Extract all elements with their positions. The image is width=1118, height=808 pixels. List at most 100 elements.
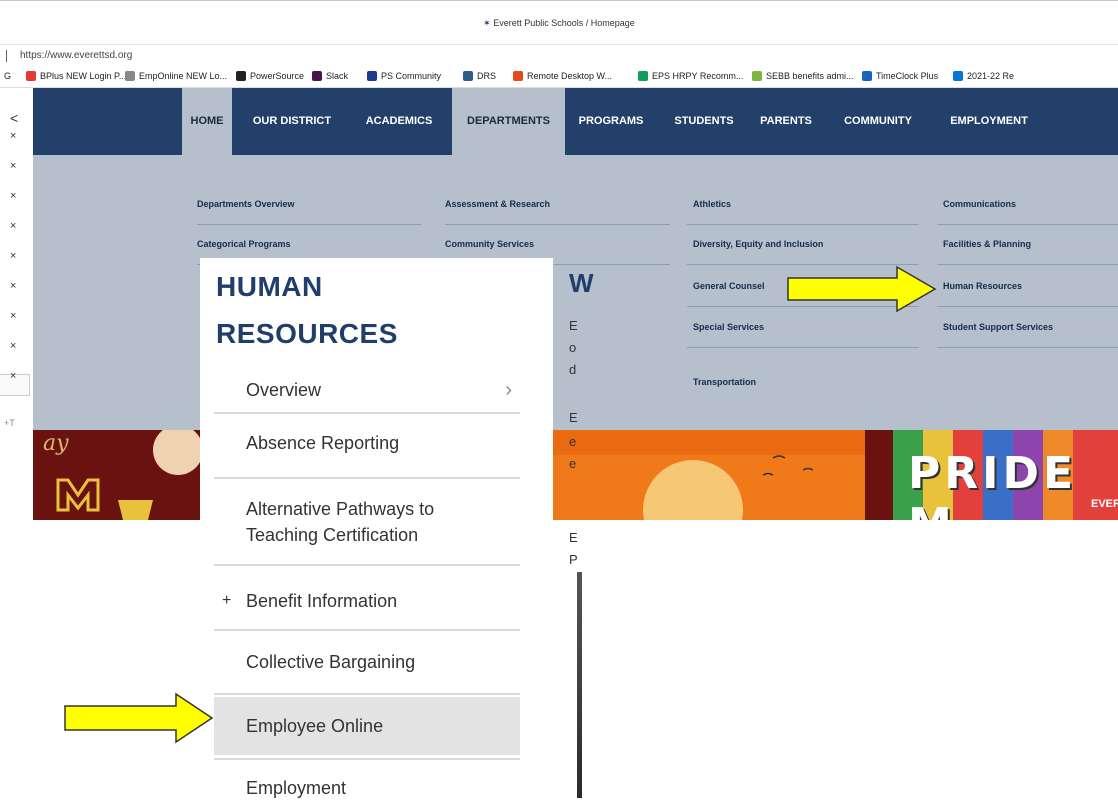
annotation-arrow-right	[64, 692, 214, 744]
hr-menu-divider	[214, 477, 520, 479]
menu-divider	[445, 224, 670, 225]
close-tab-icon[interactable]: ×	[10, 280, 16, 292]
close-tab-icon[interactable]: ×	[10, 190, 16, 202]
menu-categorical-programs[interactable]: Categorical Programs	[197, 239, 291, 249]
bookmark-item[interactable]: EPS HRPY Recomm...	[638, 71, 743, 81]
menu-special-services[interactable]: Special Services	[693, 322, 764, 332]
hr-menu-title: HUMAN RESOURCES	[216, 268, 398, 353]
hr-menu-item-alternative-pathways[interactable]: Alternative Pathways to Teaching Certifi…	[214, 496, 520, 548]
hr-menu-divider	[214, 629, 520, 631]
bookmark-item[interactable]: G	[4, 71, 11, 81]
hr-title-line1: HUMAN	[216, 271, 323, 302]
hr-menu-item-collective-bargaining[interactable]: Collective Bargaining	[214, 652, 520, 682]
bookmarks-bar: G BPlus NEW Login P... EmpOnline NEW Lo...…	[0, 66, 1118, 88]
hr-menu-item-overview[interactable]: Overview ›	[214, 370, 520, 410]
hr-side-menu: HUMAN RESOURCES Overview › Absence Repor…	[200, 258, 553, 798]
close-tab-icon[interactable]: ×	[10, 250, 16, 262]
banner-logo-text: EVERE	[1091, 498, 1118, 510]
nav-parents[interactable]: PARENTS	[751, 88, 821, 155]
bookmark-favicon-icon	[367, 71, 377, 81]
menu-athletics[interactable]: Athletics	[693, 199, 731, 209]
menu-communications[interactable]: Communications	[943, 199, 1016, 209]
bookmark-label: Remote Desktop W...	[527, 71, 613, 81]
bookmark-label: DRS	[477, 71, 497, 81]
close-tab-icon[interactable]: ×	[10, 130, 16, 142]
address-bar-divider	[6, 50, 7, 62]
nav-departments[interactable]: DEPARTMENTS	[452, 88, 565, 155]
hr-menu-divider	[214, 412, 520, 414]
hr-menu-divider	[214, 758, 520, 760]
nav-home[interactable]: HOME	[182, 88, 232, 155]
bg-text-fragment: W	[569, 268, 594, 298]
close-tab-icon[interactable]: ×	[10, 220, 16, 232]
vertical-tab-strip: < +T × × × × × × × × ×	[0, 88, 33, 428]
hr-menu-item-employee-online[interactable]: Employee Online	[214, 697, 520, 755]
bookmark-item[interactable]: TimeClock Plus	[862, 71, 938, 81]
close-tab-icon[interactable]: ×	[10, 340, 16, 352]
bookmark-label: SEBB benefits admi...	[766, 71, 854, 81]
hr-menu-divider	[214, 564, 520, 566]
menu-diversity-equity-inclusion[interactable]: Diversity, Equity and Inclusion	[693, 239, 823, 249]
bg-image-edge	[577, 572, 582, 798]
bookmark-label: EPS HRPY Recomm...	[652, 71, 744, 81]
hr-menu-item-benefit-information[interactable]: + Benefit Information	[214, 586, 520, 616]
menu-general-counsel[interactable]: General Counsel	[693, 281, 765, 291]
banner-pride-text: PRIDE M	[908, 448, 1078, 520]
menu-departments-overview[interactable]: Departments Overview	[197, 199, 295, 209]
bg-text-fragment: e	[569, 434, 577, 449]
bookmark-item[interactable]: SEBB benefits admi...	[752, 71, 854, 81]
bg-text-fragment: o	[569, 340, 577, 355]
new-tab-icon[interactable]: +T	[4, 418, 15, 428]
bookmark-item[interactable]: Slack	[312, 71, 348, 81]
bookmark-label: 2021-22 Re	[967, 71, 1015, 81]
bookmark-favicon-icon	[638, 71, 648, 81]
close-tab-icon[interactable]: ×	[10, 370, 16, 382]
hr-menu-item-employment[interactable]: Employment	[214, 778, 520, 808]
hr-menu-divider	[214, 693, 520, 695]
nav-students[interactable]: STUDENTS	[666, 88, 742, 155]
back-arrow-icon[interactable]: <	[10, 110, 18, 126]
chevron-right-icon: ›	[505, 378, 512, 401]
hr-item-label: Overview	[246, 379, 322, 400]
menu-divider	[687, 347, 919, 348]
menu-divider	[937, 224, 1118, 225]
bookmark-item[interactable]: BPlus NEW Login P...	[26, 71, 126, 81]
menu-divider	[937, 264, 1118, 265]
nav-academics[interactable]: ACADEMICS	[354, 88, 444, 155]
bookmark-item[interactable]: PS Community	[367, 71, 441, 81]
address-bar-url[interactable]: https://www.everettsd.org	[20, 50, 132, 61]
bookmark-label: TimeClock Plus	[876, 71, 939, 81]
nav-programs[interactable]: PROGRAMS	[573, 88, 649, 155]
annotation-arrow-right	[787, 265, 937, 313]
menu-assessment-research[interactable]: Assessment & Research	[445, 199, 550, 209]
bookmark-item[interactable]: 2021-22 Re	[953, 71, 1014, 81]
expand-plus-icon[interactable]: +	[214, 592, 246, 610]
menu-transportation[interactable]: Transportation	[693, 377, 756, 387]
nav-community[interactable]: COMMUNITY	[833, 88, 923, 155]
nav-our-district[interactable]: OUR DISTRICT	[242, 88, 342, 155]
bookmark-favicon-icon	[26, 71, 36, 81]
menu-student-support-services[interactable]: Student Support Services	[943, 322, 1053, 332]
bookmark-item[interactable]: DRS	[463, 71, 496, 81]
menu-community-services[interactable]: Community Services	[445, 239, 534, 249]
bg-text-fragment: e	[569, 456, 577, 471]
close-tab-icon[interactable]: ×	[10, 160, 16, 172]
menu-divider	[687, 224, 919, 225]
window-title-text: Everett Public Schools / Homepage	[493, 18, 635, 28]
bookmark-label: G	[4, 71, 12, 81]
bookmark-label: PS Community	[381, 71, 442, 81]
bg-text-fragment: E	[569, 410, 578, 425]
menu-facilities-planning[interactable]: Facilities & Planning	[943, 239, 1031, 249]
close-tab-icon[interactable]: ×	[10, 310, 16, 322]
nav-employment[interactable]: EMPLOYMENT	[939, 88, 1039, 155]
bookmark-item[interactable]: PowerSource	[236, 71, 304, 81]
bookmark-favicon-icon	[463, 71, 473, 81]
bookmark-favicon-icon	[125, 71, 135, 81]
menu-human-resources[interactable]: Human Resources	[943, 281, 1022, 291]
bookmark-label: PowerSource	[250, 71, 305, 81]
address-bar[interactable]: https://www.everettsd.org	[0, 44, 1118, 66]
bookmark-item[interactable]: EmpOnline NEW Lo...	[125, 71, 227, 81]
bookmark-item[interactable]: Remote Desktop W...	[513, 71, 612, 81]
hr-menu-item-absence-reporting[interactable]: Absence Reporting	[214, 433, 520, 463]
bg-text-fragment: d	[569, 362, 577, 377]
